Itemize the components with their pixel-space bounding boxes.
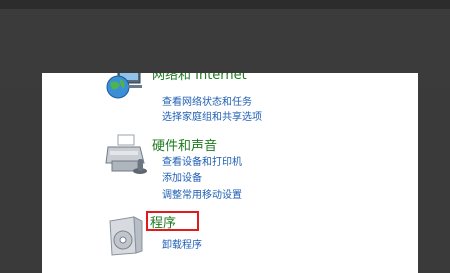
- network-globe-icon: [104, 73, 150, 109]
- link-add-device[interactable]: 添加设备: [162, 169, 202, 184]
- programs-box-icon: [104, 213, 150, 257]
- control-panel-content: 网络和 Internet 查看网络状态和任务 选择家庭组和共享选项 硬件和声音 …: [42, 73, 418, 273]
- window-titlebar: [0, 0, 450, 9]
- link-view-network-status[interactable]: 查看网络状态和任务: [162, 93, 252, 108]
- category-title-network[interactable]: 网络和 Internet: [152, 73, 247, 83]
- link-uninstall-program[interactable]: 卸载程序: [162, 236, 202, 251]
- printer-icon: [104, 133, 150, 177]
- link-devices-printers[interactable]: 查看设备和打印机: [162, 153, 242, 168]
- window-left-edge: [0, 87, 42, 273]
- link-homegroup-sharing[interactable]: 选择家庭组和共享选项: [162, 108, 262, 123]
- category-title-hardware-sound[interactable]: 硬件和声音: [152, 135, 217, 154]
- highlight-box: [146, 211, 199, 231]
- link-mobility-settings[interactable]: 调整常用移动设置: [162, 186, 242, 201]
- window-right-edge: [418, 87, 450, 273]
